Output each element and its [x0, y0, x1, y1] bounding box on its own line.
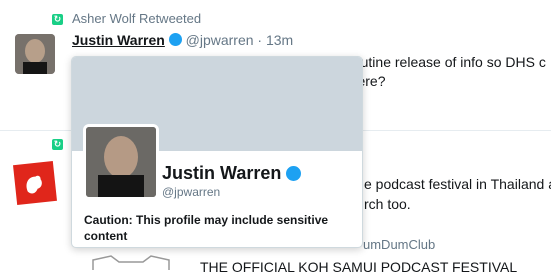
media-thumbnail[interactable]: [83, 252, 179, 272]
squirrel-shape: [26, 175, 42, 194]
shirt-outline: [92, 255, 170, 270]
hovercard-avatar-image: [86, 127, 156, 197]
hovercard-name[interactable]: Justin Warren: [162, 163, 281, 183]
tweet-2-text-line-1: e podcast festival in Thailand a: [364, 176, 551, 192]
timestamp[interactable]: 13m: [266, 32, 293, 48]
hovercard-avatar[interactable]: [83, 124, 159, 200]
hovercard-handle[interactable]: @jpwarren: [162, 185, 220, 199]
profile-hovercard[interactable]: Justin Warren @jpwarren Caution: This pr…: [71, 56, 363, 248]
author-handle[interactable]: @jpwarren: [186, 32, 254, 48]
sensitive-content-caution: Caution: This profile may include sensit…: [84, 213, 329, 243]
retweet-icon: ↻: [52, 139, 63, 150]
verified-badge-icon: [168, 33, 182, 46]
squirrel-logo-icon[interactable]: [13, 161, 57, 205]
avatar[interactable]: [15, 34, 55, 74]
hovercard-name-row: Justin Warren: [162, 163, 301, 184]
verified-badge-icon: [285, 166, 301, 181]
time-separator: ·: [257, 32, 263, 48]
author-name[interactable]: Justin Warren: [72, 32, 165, 48]
tweet-2-text-line-2: rch too.: [364, 196, 411, 212]
quoted-account-name[interactable]: umDumClub: [363, 237, 435, 252]
avatar-image: [15, 34, 55, 74]
retweet-context[interactable]: Asher Wolf Retweeted: [72, 11, 201, 26]
retweet-icon: ↻: [52, 14, 63, 25]
tweet-header: Justin Warren @jpwarren · 13m: [72, 32, 293, 48]
bottom-title-text: THE OFFICIAL KOH SAMUI PODCAST FESTIVAL: [200, 259, 518, 275]
